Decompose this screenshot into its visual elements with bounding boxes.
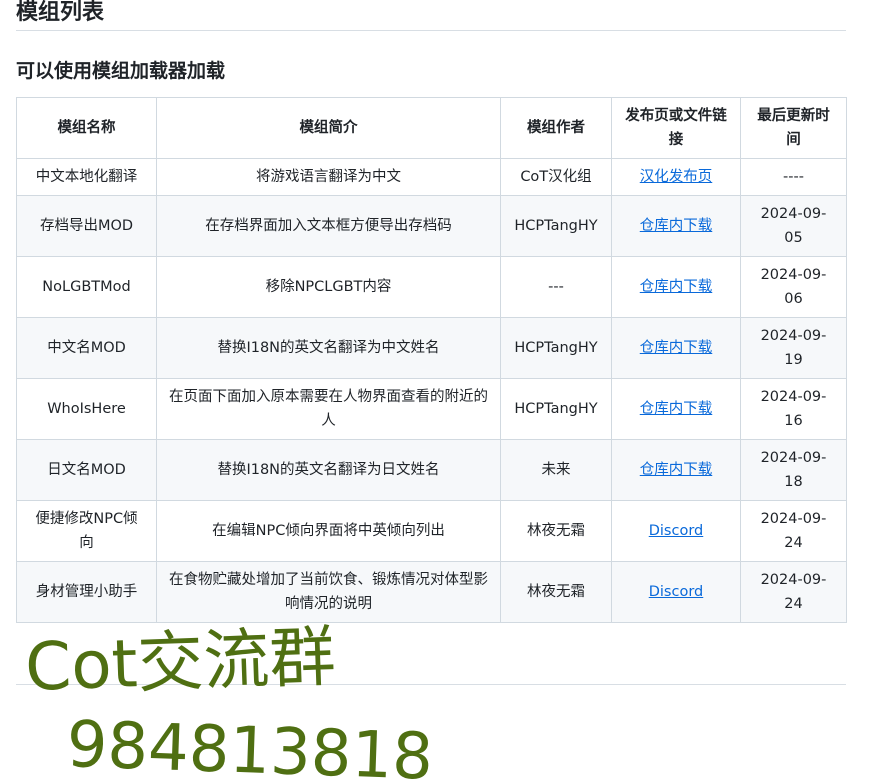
cell-author: 林夜无霜	[500, 500, 612, 562]
cell-name: 身材管理小助手	[16, 561, 157, 623]
cell-date: 2024-09- 19	[740, 317, 847, 379]
download-link[interactable]: 仓库内下载	[640, 462, 713, 478]
cell-author: CoT汉化组	[500, 158, 612, 196]
cell-author: HCPTangHY	[500, 378, 612, 440]
download-link[interactable]: 汉化发布页	[640, 169, 713, 185]
cell-desc: 在编辑NPC倾向界面将中英倾向列出	[156, 500, 501, 562]
cell-name: 日文名MOD	[16, 439, 157, 501]
cell-desc: 在页面下面加入原本需要在人物界面查看的附近的人	[156, 378, 501, 440]
header-link: 发布页或文件链接	[611, 97, 741, 159]
cell-link: Discord	[611, 500, 741, 562]
download-link[interactable]: 仓库内下载	[640, 218, 713, 234]
table-row: 中文本地化翻译 将游戏语言翻译为中文 CoT汉化组 汉化发布页 ----	[16, 158, 847, 196]
cell-desc: 替换I18N的英文名翻译为日文姓名	[156, 439, 501, 501]
cell-link: 仓库内下载	[611, 378, 741, 440]
table-row: 中文名MOD 替换I18N的英文名翻译为中文姓名 HCPTangHY 仓库内下载…	[16, 317, 847, 379]
handwriting-group-number: 984813818	[65, 708, 434, 780]
cell-author: ---	[500, 256, 612, 318]
discord-link[interactable]: Discord	[649, 523, 704, 539]
table-row: WhoIsHere 在页面下面加入原本需要在人物界面查看的附近的人 HCPTan…	[16, 378, 847, 440]
divider	[16, 684, 846, 685]
download-link[interactable]: 仓库内下载	[640, 401, 713, 417]
cell-name: 中文本地化翻译	[16, 158, 157, 196]
cell-date: 2024-09- 05	[740, 195, 847, 257]
table-row: 便捷修改NPC倾向 在编辑NPC倾向界面将中英倾向列出 林夜无霜 Discord…	[16, 500, 847, 562]
cell-date: 2024-09- 06	[740, 256, 847, 318]
cell-name: WhoIsHere	[16, 378, 157, 440]
cell-name: 便捷修改NPC倾向	[16, 500, 157, 562]
cell-link: 仓库内下载	[611, 439, 741, 501]
download-link[interactable]: 仓库内下载	[640, 340, 713, 356]
cell-link: 汉化发布页	[611, 158, 741, 196]
cell-desc: 移除NPCLGBT内容	[156, 256, 501, 318]
cell-link: 仓库内下载	[611, 195, 741, 257]
page-title: 模组列表	[16, 0, 846, 31]
header-name: 模组名称	[16, 97, 157, 159]
mod-table: 模组名称 模组简介 模组作者 发布页或文件链接 最后更新时间 中文本地化翻译 将…	[16, 97, 847, 623]
cell-desc: 在食物贮藏处增加了当前饮食、锻炼情况对体型影响情况的说明	[156, 561, 501, 623]
cell-date: 2024-09- 24	[740, 561, 847, 623]
cell-date: 2024-09- 16	[740, 378, 847, 440]
cell-name: 中文名MOD	[16, 317, 157, 379]
cell-date: 2024-09- 18	[740, 439, 847, 501]
cell-desc: 将游戏语言翻译为中文	[156, 158, 501, 196]
cell-author: 未来	[500, 439, 612, 501]
cell-author: HCPTangHY	[500, 195, 612, 257]
download-link[interactable]: 仓库内下载	[640, 279, 713, 295]
cell-date: ----	[740, 158, 847, 196]
cell-link: Discord	[611, 561, 741, 623]
table-row: NoLGBTMod 移除NPCLGBT内容 --- 仓库内下载 2024-09-…	[16, 256, 847, 318]
handwriting-group-name: Cot交流群	[24, 618, 337, 706]
header-date: 最后更新时间	[740, 97, 847, 159]
section-title: 可以使用模组加载器加载	[16, 60, 226, 82]
cell-link: 仓库内下载	[611, 256, 741, 318]
table-row: 存档导出MOD 在存档界面加入文本框方便导出存档码 HCPTangHY 仓库内下…	[16, 195, 847, 257]
header-desc: 模组简介	[156, 97, 501, 159]
table-row: 身材管理小助手 在食物贮藏处增加了当前饮食、锻炼情况对体型影响情况的说明 林夜无…	[16, 561, 847, 623]
cell-link: 仓库内下载	[611, 317, 741, 379]
cell-name: NoLGBTMod	[16, 256, 157, 318]
cell-author: 林夜无霜	[500, 561, 612, 623]
content: 模组列表 可以使用模组加载器加载 模组名称 模组简介 模组作者 发布页或文件链接…	[16, 0, 847, 623]
cell-desc: 替换I18N的英文名翻译为中文姓名	[156, 317, 501, 379]
table-row: 日文名MOD 替换I18N的英文名翻译为日文姓名 未来 仓库内下载 2024-0…	[16, 439, 847, 501]
discord-link[interactable]: Discord	[649, 584, 704, 600]
table-header-row: 模组名称 模组简介 模组作者 发布页或文件链接 最后更新时间	[16, 97, 847, 159]
cell-name: 存档导出MOD	[16, 195, 157, 257]
cell-desc: 在存档界面加入文本框方便导出存档码	[156, 195, 501, 257]
cell-author: HCPTangHY	[500, 317, 612, 379]
cell-date: 2024-09- 24	[740, 500, 847, 562]
header-author: 模组作者	[500, 97, 612, 159]
